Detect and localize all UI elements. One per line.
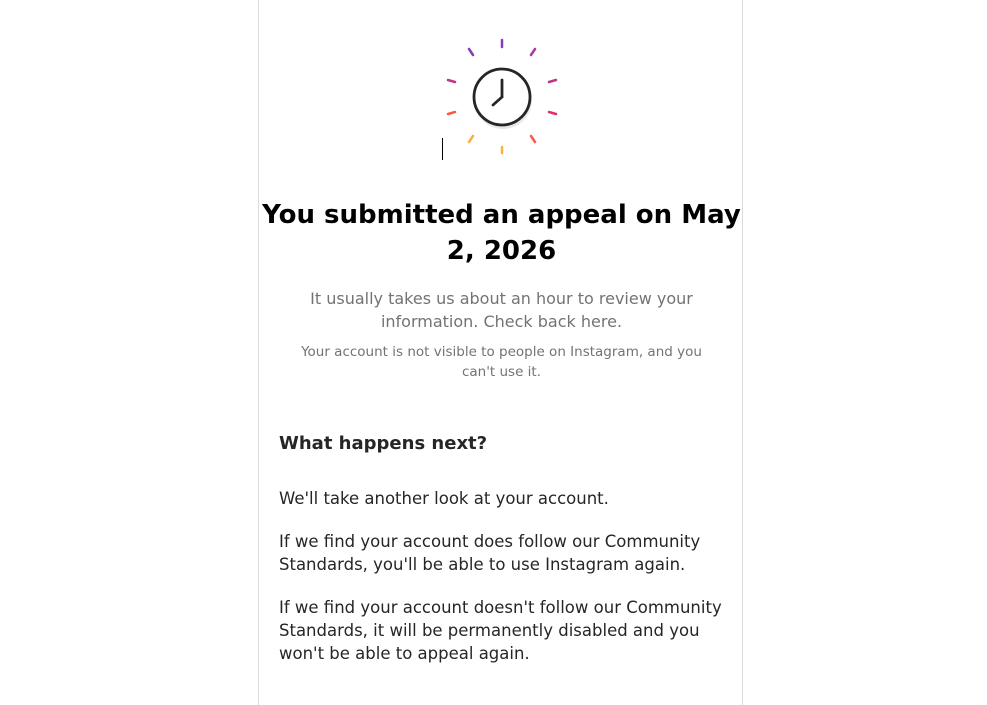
visibility-note: Your account is not visible to people on… <box>301 344 702 380</box>
clock-illustration <box>442 36 562 156</box>
next-step-paragraph: If we find your account doesn't follow o… <box>279 598 722 663</box>
clock-icon <box>446 38 558 155</box>
next-step-paragraph: We'll take another look at your account. <box>279 489 609 508</box>
page-title: You submitted an appeal on May 2, 2026 <box>262 200 741 266</box>
review-time-note: It usually takes us about an hour to rev… <box>310 289 693 331</box>
text-cursor <box>442 138 443 160</box>
next-steps-heading: What happens next? <box>279 433 488 454</box>
next-step-paragraph: If we find your account does follow our … <box>279 532 701 574</box>
